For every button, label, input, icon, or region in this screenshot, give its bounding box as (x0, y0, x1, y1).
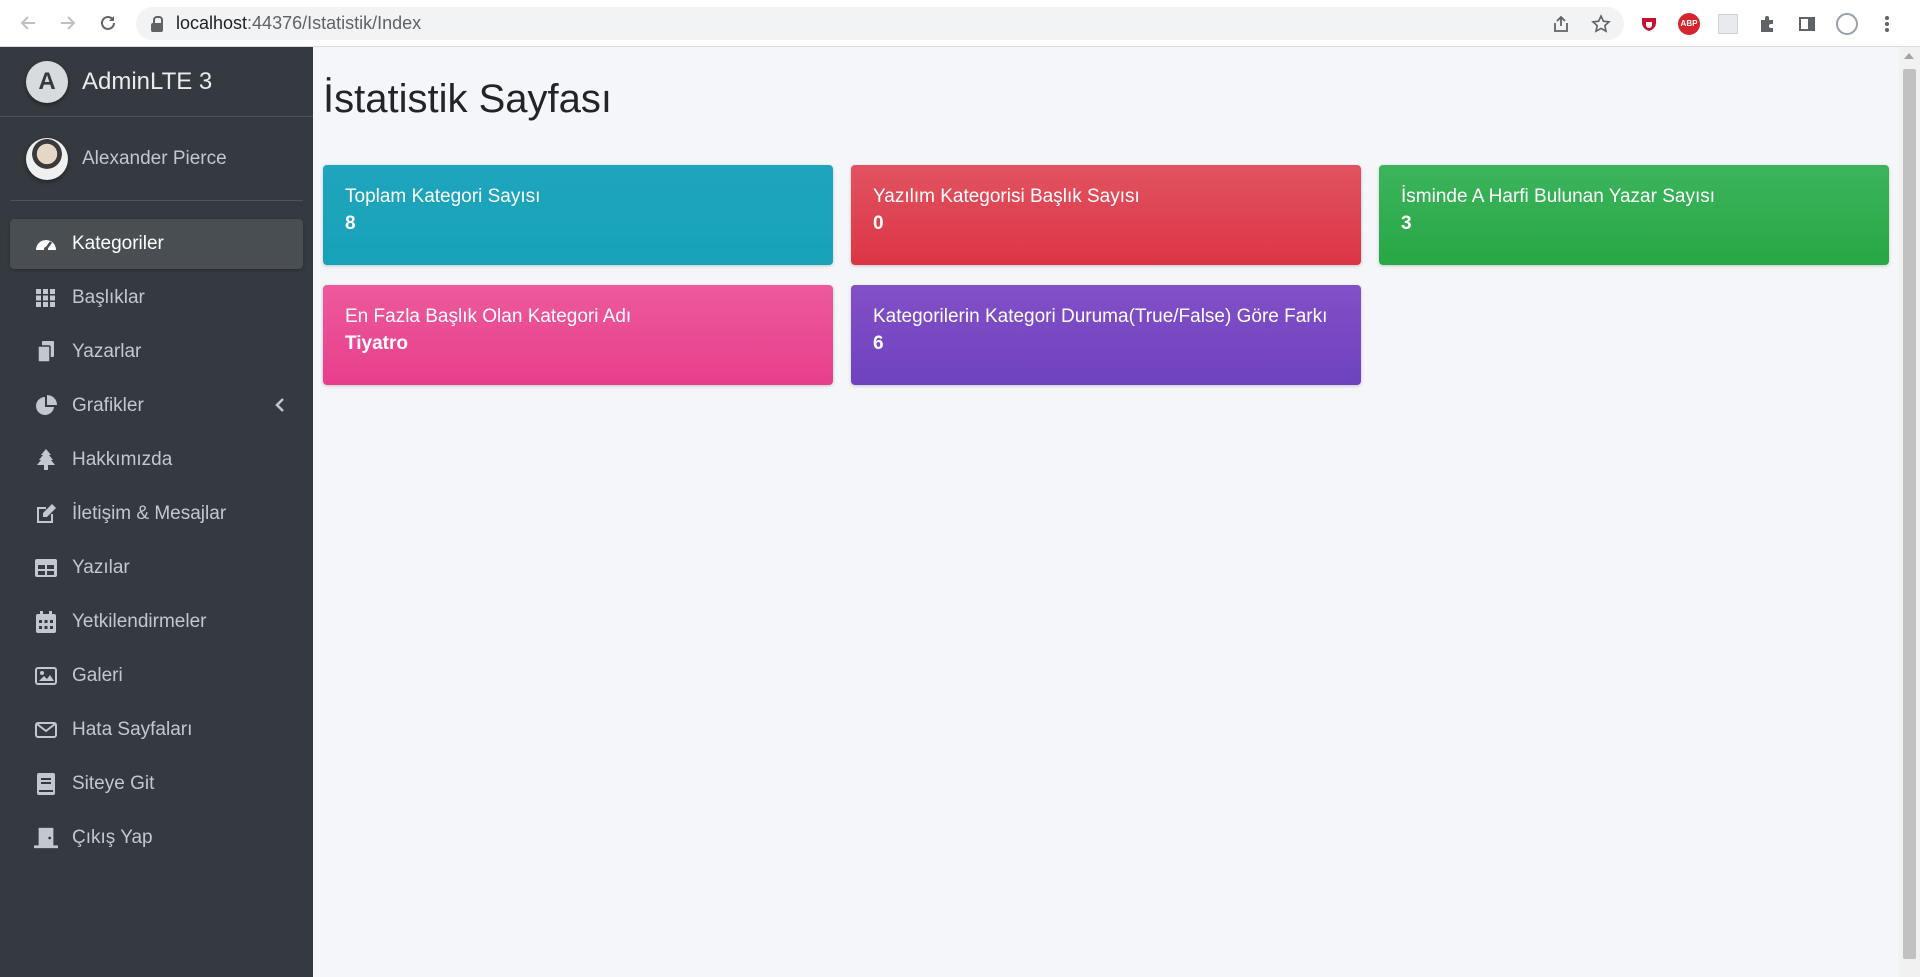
sidebar-item-label: Siteye Git (72, 773, 155, 794)
stat-box-value: 6 (873, 333, 884, 354)
menu-icon[interactable] (1876, 13, 1898, 35)
content-wrapper: İstatistik Sayfası Toplam Kategori Sayıs… (313, 47, 1899, 977)
sidebar-item-yazilar[interactable]: Yazılar (10, 543, 303, 593)
sidebar-item-grafikler[interactable]: Grafikler (10, 381, 303, 431)
brand-logo-icon: A (26, 60, 68, 103)
stat-box-status-difference: Kategorilerin Kategori Duruma(True/False… (851, 285, 1361, 385)
side-panel-icon[interactable] (1796, 13, 1818, 35)
stat-box-total-categories: Toplam Kategori Sayısı 8 (323, 165, 833, 265)
stat-box-authors-with-a: İsminde A Harfi Bulunan Yazar Sayısı 3 (1379, 165, 1889, 265)
browser-toolbar: localhost:44376/Istatistik/Index ABP (0, 0, 1920, 47)
table-icon (34, 556, 58, 580)
stat-box-value: 3 (1401, 213, 1412, 234)
calendar-icon (34, 610, 58, 634)
image-icon (34, 664, 58, 688)
grid-icon (34, 286, 58, 310)
sidebar-item-kategoriler[interactable]: Kategoriler (10, 219, 303, 269)
envelope-icon (34, 718, 58, 742)
url-host: localhost (176, 13, 248, 33)
brand-link[interactable]: A AdminLTE 3 (0, 47, 313, 117)
stat-box-value: 0 (873, 213, 884, 234)
sidebar-item-label: Hakkımızda (72, 449, 173, 470)
sidebar-item-label: Çıkış Yap (72, 827, 153, 848)
reload-icon[interactable] (88, 3, 128, 43)
brand-text: AdminLTE 3 (82, 67, 213, 95)
stat-box-value: Tiyatro (345, 333, 409, 354)
tree-icon (34, 448, 58, 472)
sidebar: A AdminLTE 3 Alexander Pierce Kategorile… (0, 47, 313, 977)
stat-box-value: 8 (345, 213, 356, 234)
sidebar-item-basliklar[interactable]: Başlıklar (10, 273, 303, 323)
sidebar-item-label: Yazılar (72, 557, 130, 578)
star-icon[interactable] (1590, 13, 1612, 35)
stat-box-title: Yazılım Kategorisi Başlık Sayısı (873, 186, 1140, 207)
stat-box-title: İsminde A Harfi Bulunan Yazar Sayısı (1401, 186, 1716, 207)
sidebar-item-label: Hata Sayfaları (72, 719, 193, 740)
profile-icon[interactable] (1836, 12, 1858, 35)
scroll-up-arrow-icon[interactable] (1904, 53, 1914, 59)
scroll-thumb[interactable] (1903, 69, 1916, 959)
copy-icon (34, 340, 58, 364)
book-icon (34, 772, 58, 796)
avatar (26, 137, 68, 180)
sidebar-item-label: İletişim & Mesajlar (72, 503, 227, 524)
page-title: İstatistik Sayfası (323, 77, 612, 121)
tachometer-icon (34, 232, 58, 256)
stat-box-title: Kategorilerin Kategori Duruma(True/False… (873, 306, 1328, 327)
sidebar-menu: Kategoriler Başlıklar Yazarlar Grafikler (0, 201, 313, 863)
extension-shield-icon[interactable] (1638, 13, 1660, 35)
sidebar-item-label: Yetkilendirmeler (72, 611, 207, 632)
url-text: localhost:44376/Istatistik/Index (176, 13, 421, 34)
sidebar-item-hata-sayfalari[interactable]: Hata Sayfaları (10, 705, 303, 755)
stat-box-top-category: En Fazla Başlık Olan Kategori Adı Tiyatr… (323, 285, 833, 385)
sidebar-item-galeri[interactable]: Galeri (10, 651, 303, 701)
sidebar-item-label: Galeri (72, 665, 123, 686)
back-icon[interactable] (8, 3, 48, 43)
user-panel[interactable]: Alexander Pierce (10, 117, 303, 201)
sidebar-item-label: Grafikler (72, 395, 144, 416)
sidebar-item-label: Başlıklar (72, 287, 145, 308)
sidebar-item-cikis-yap[interactable]: Çıkış Yap (10, 813, 303, 863)
sidebar-item-yazarlar[interactable]: Yazarlar (10, 327, 303, 377)
chevron-left-icon[interactable] (275, 396, 285, 417)
url-path: :44376/Istatistik/Index (247, 13, 422, 33)
share-icon[interactable] (1550, 13, 1572, 35)
puzzle-icon[interactable] (1756, 13, 1778, 35)
sidebar-item-hakkimizda[interactable]: Hakkımızda (10, 435, 303, 485)
stat-box-software-titles: Yazılım Kategorisi Başlık Sayısı 0 (851, 165, 1361, 265)
sidebar-item-label: Yazarlar (72, 341, 142, 362)
pie-chart-icon (34, 394, 58, 418)
adblock-icon[interactable]: ABP (1678, 12, 1700, 35)
extension-icon[interactable] (1718, 13, 1738, 34)
forward-icon[interactable] (48, 3, 88, 43)
door-icon (34, 826, 58, 850)
edit-icon (34, 502, 58, 526)
sidebar-item-yetkilendirmeler[interactable]: Yetkilendirmeler (10, 597, 303, 647)
sidebar-item-label: Kategoriler (72, 233, 164, 254)
sidebar-item-siteye-git[interactable]: Siteye Git (10, 759, 303, 809)
vertical-scrollbar[interactable] (1899, 47, 1920, 977)
user-name[interactable]: Alexander Pierce (82, 148, 227, 170)
sidebar-item-iletisim[interactable]: İletişim & Mesajlar (10, 489, 303, 539)
stat-box-title: Toplam Kategori Sayısı (345, 186, 541, 207)
lock-icon (150, 15, 164, 32)
address-bar[interactable]: localhost:44376/Istatistik/Index (136, 7, 1624, 40)
stat-box-title: En Fazla Başlık Olan Kategori Adı (345, 306, 632, 327)
